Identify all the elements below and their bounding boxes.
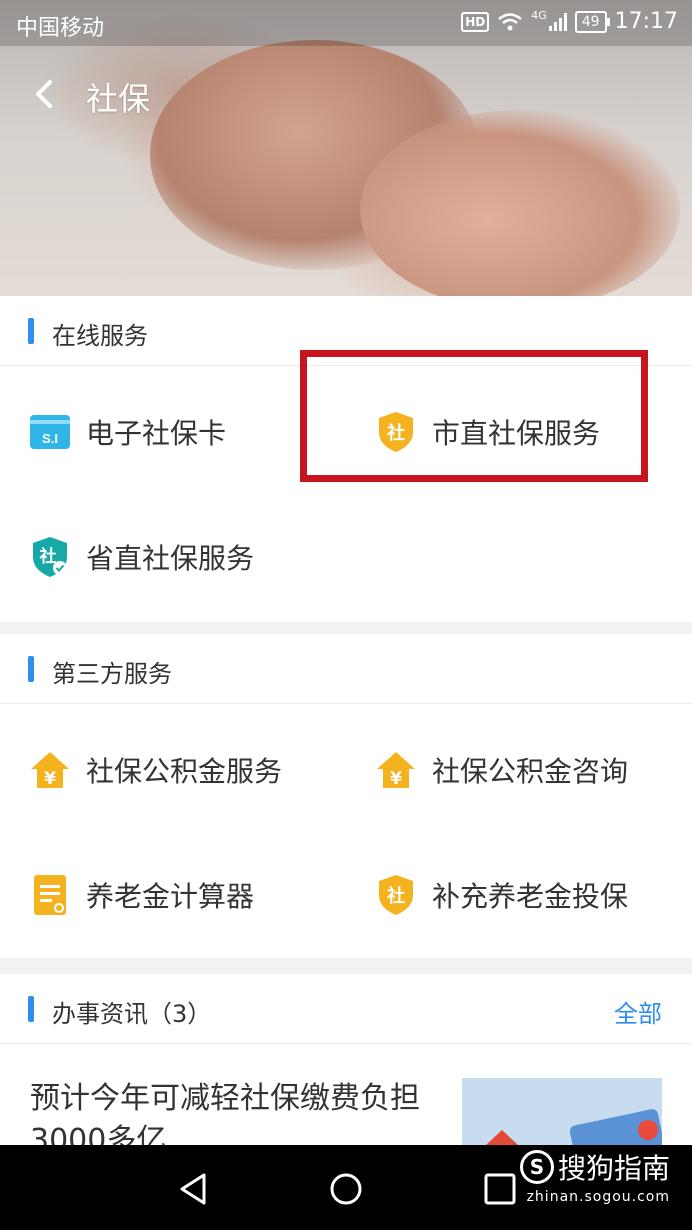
service-label: 省直社保服务 [86,542,255,575]
watermark-brand: S 搜狗指南 [519,1147,670,1187]
section-header: 办事资讯（3） 全部 [0,974,692,1044]
service-item-fund-consult[interactable]: ¥ 社保公积金咨询 [374,740,628,800]
service-item-province-si[interactable]: 社 省直社保服务 [28,527,254,587]
service-label: 电子社保卡 [86,417,227,450]
watermark-url: zhinan.sogou.com [526,1189,670,1205]
service-label: 社保公积金咨询 [432,755,629,788]
service-label: 养老金计算器 [86,880,255,913]
section-header: 在线服务 [0,296,692,366]
section-marker [28,996,34,1022]
sogou-logo-icon: S [519,1150,554,1184]
service-item-pension-calculator[interactable]: 养老金计算器 [28,865,254,925]
status-bar: 中国移动 HD 4G 49 17:17 [0,0,692,46]
shield-icon-text: 社 [39,546,57,567]
si-card-icon: S.I [28,410,72,454]
network-type: 4G [531,9,547,22]
service-label: 市直社保服务 [432,417,601,450]
document-icon [28,873,72,917]
title-bar: 社保 [0,60,692,130]
shield-check-icon: 社 [28,535,72,579]
service-label: 社保公积金服务 [86,755,283,788]
back-triangle-icon[interactable] [174,1169,214,1209]
sogou-watermark: S 搜狗指南 zhinan.sogou.com [519,1145,670,1205]
house-yen-icon: ¥ [28,748,72,792]
page-title: 社保 [86,80,151,118]
section-marker [28,318,34,344]
section-marker [28,656,34,682]
service-item-supplement-pension[interactable]: 社 补充养老金投保 [374,865,628,925]
status-icons: HD 4G 49 17:17 [461,9,678,34]
service-item-city-si[interactable]: 社 市直社保服务 [374,402,600,462]
yen-glyph: ¥ [44,769,56,789]
section-title: 第三方服务 [52,660,172,688]
carrier-name: 中国移动 [16,16,105,41]
shield-icon-text: 社 [387,422,405,444]
clock: 17:17 [614,9,678,34]
section-header: 第三方服务 [0,634,692,704]
si-card-icon-text: S.I [42,431,58,446]
shield-she-icon: 社 [374,873,418,917]
yen-glyph: ¥ [390,769,402,789]
section-title: 办事资讯（3） [52,1000,212,1028]
watermark-text: 搜狗指南 [557,1152,670,1185]
hand-right-image [360,110,680,296]
hero-banner: 中国移动 HD 4G 49 17:17 社保 [0,0,692,296]
signal-icon [548,12,567,31]
recents-square-icon[interactable] [480,1169,520,1209]
hd-icon: HD [461,11,490,32]
section-title: 在线服务 [52,322,148,350]
view-all-link[interactable]: 全部 [614,994,662,1029]
back-arrow-icon[interactable] [28,74,64,114]
nav-bar: S 搜狗指南 zhinan.sogou.com [0,1145,692,1230]
service-label: 补充养老金投保 [432,880,629,913]
service-item-e-si-card[interactable]: S.I 电子社保卡 [28,402,226,462]
house-yen-icon: ¥ [374,748,418,792]
shield-she-icon: 社 [374,410,418,454]
wifi-icon [498,12,523,30]
shield-icon-text: 社 [387,885,405,907]
battery-icon: 49 [574,10,610,33]
home-circle-icon[interactable] [326,1169,366,1209]
service-item-fund-service[interactable]: ¥ 社保公积金服务 [28,740,282,800]
